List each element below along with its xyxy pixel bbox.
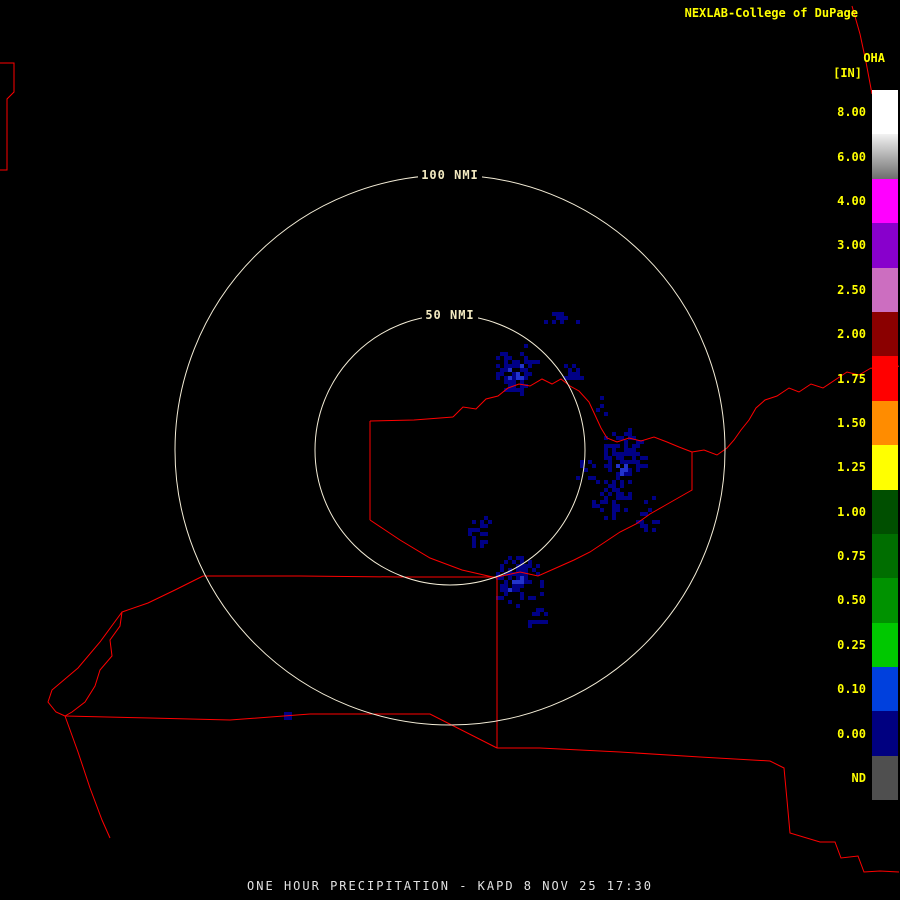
legend-entry: ND [852,755,898,801]
legend-entry: 0.10 [837,667,898,712]
color-scale-legend: 8.00 6.00 4.00 3.00 2.50 2.00 1.75 1.50 1.25 1.00… [837,90,898,801]
legend-color-swatch [872,533,898,579]
range-rings: 100 NMI 50 NMI [174,167,726,726]
legend-color-swatch [872,622,898,668]
legend-entry: 1.50 [837,400,898,446]
range-ring [314,314,586,586]
legend-entry: 1.00 [837,489,898,534]
legend-value-label: ND [851,771,866,786]
legend-color-swatch [872,489,898,534]
legend-entry: 1.75 [837,356,898,401]
legend-entry: 0.00 [837,711,898,756]
range-ring-label: 100 NMI [421,168,479,182]
legend-value-label: 2.00 [837,327,866,342]
legend-color-swatch [872,178,898,224]
legend-entry: 1.25 [837,445,898,490]
legend-entry: 0.75 [837,533,898,579]
legend-value-label: 1.75 [837,371,866,386]
legend-entry: 8.00 [837,90,898,135]
product-code-label: OHA [863,51,885,65]
product-caption: ONE HOUR PRECIPITATION - KAPD 8 NOV 25 1… [247,879,653,893]
radar-display: 100 NMI 50 NMI NEXLAB-College of DuPage O… [0,0,900,900]
legend-value-label: 3.00 [837,238,866,253]
county-boundaries [0,5,900,873]
legend-color-swatch [872,445,898,490]
legend-value-label: 0.10 [837,682,866,697]
legend-entry: 4.00 [837,178,898,224]
range-ring-label: 50 NMI [425,308,474,322]
legend-color-swatch [872,90,898,135]
units-label: [IN] [833,66,862,80]
legend-color-swatch [872,356,898,401]
legend-value-label: 2.50 [837,282,866,297]
legend-entry: 0.50 [837,578,898,623]
legend-color-swatch [872,267,898,312]
legend-color-swatch [872,755,898,801]
legend-color-swatch [872,667,898,712]
legend-color-swatch [872,711,898,756]
legend-color-swatch [872,223,898,268]
radar-map-canvas: 100 NMI 50 NMI [0,5,900,873]
legend-value-label: 0.25 [837,637,866,652]
legend-value-label: 0.75 [837,549,866,564]
legend-entry: 3.00 [837,223,898,268]
legend-entry: 2.50 [837,267,898,312]
legend-value-label: 0.00 [837,726,866,741]
legend-value-label: 4.00 [837,193,866,208]
legend-color-swatch [872,578,898,623]
legend-value-label: 6.00 [837,149,866,164]
legend-entry: 2.00 [837,311,898,357]
legend-entry: 6.00 [837,134,898,179]
legend-value-label: 8.00 [837,105,866,120]
legend-value-label: 0.50 [837,593,866,608]
legend-value-label: 1.25 [837,460,866,475]
legend-color-swatch [872,400,898,446]
legend-color-swatch [872,311,898,357]
legend-entry: 0.25 [837,622,898,668]
legend-value-label: 1.50 [837,415,866,430]
legend-value-label: 1.00 [837,504,866,519]
precip-echoes [284,312,660,720]
site-title: NEXLAB-College of DuPage [684,6,858,20]
legend-color-swatch [872,134,898,179]
range-ring [174,174,726,726]
